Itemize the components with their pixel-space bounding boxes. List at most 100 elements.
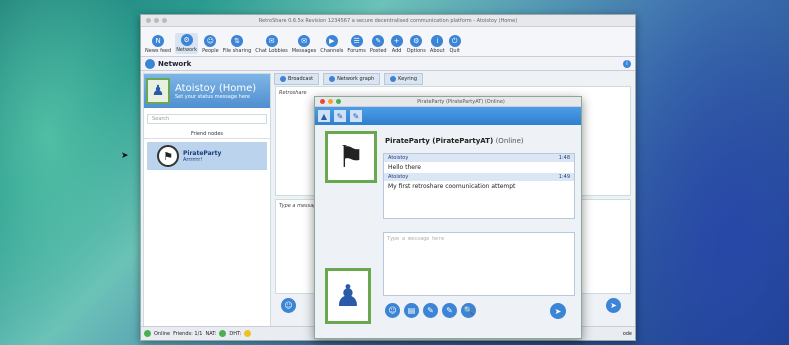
profile-header: ♟ Atoistoy (Home) Set your status messag… [144,74,270,108]
chat-window-title: PirateParty (PiratePartyAT) (Online) [417,98,505,105]
friend-nodes-header[interactable]: Friend nodes [144,130,270,139]
pirate-party-logo: ⚑ [325,131,377,183]
channels-icon: ▶ [325,35,338,47]
message-header: Atoistoy 1:48 [384,154,574,162]
chat-lobbies-icon: ✉ [265,35,278,47]
chat-partner-name: PirateParty (PiratePartyAT) [385,137,494,145]
page-header: Network i [141,57,635,71]
emoji-icon[interactable]: ☺ [385,303,400,318]
friend-status: Arrrrrrr! [183,156,203,163]
window-title: RetroShare 0.6.5x Revision 1234567 a sec… [258,17,518,24]
toolbar-people[interactable]: ☺ People [202,35,219,54]
search-input[interactable]: Search [147,114,267,124]
about-icon: i [431,35,444,47]
network-graph-icon [329,76,336,82]
status-right: ode [622,330,632,337]
chat-titlebar: PirateParty (PiratePartyAT) (Online) [315,97,581,107]
online-icon [144,330,151,337]
dht-label: DHT: [229,330,242,337]
toolbar-network[interactable]: ⚙ Network [175,33,199,54]
window-titlebar: RetroShare 0.6.5x Revision 1234567 a sec… [141,15,635,27]
toolbar-channels[interactable]: ▶ Channels [320,35,343,54]
person-icon[interactable]: ▲ [318,110,330,122]
list-item[interactable]: ⚑ PirateParty Arrrrrrr! [147,142,267,170]
profile-name: Atoistoy (Home) [175,82,257,94]
forums-icon: ☰ [350,35,363,47]
edit-icon[interactable]: ✎ [334,110,346,122]
chat-header: PirateParty (PiratePartyAT) (Online) [385,137,524,145]
pirate-party-icon: ⚑ [157,145,179,167]
online-status[interactable]: Online [154,331,170,337]
toolbar-file-sharing[interactable]: ⇅ File sharing [223,35,251,54]
message-author: Atoistoy [388,155,409,161]
image-icon[interactable]: ▤ [404,303,419,318]
page-title: Network [158,59,192,68]
friends-panel: ♟ Atoistoy (Home) Set your status messag… [143,73,271,328]
status-message[interactable]: Set your status message here [175,94,256,100]
chat-history: Atoistoy 1:48 Hello there Atoistoy 1:49 My… [383,153,575,219]
add-icon: + [390,35,403,47]
toolbar-options[interactable]: ⚙ Options [407,35,426,54]
toolbar-messages[interactable]: ✉ Messages [292,35,316,54]
message-text: Hello there [388,164,421,171]
main-toolbar: N News feed ⚙ Network ☺ People ⇅ File sharin… [141,27,635,57]
options-icon: ⚙ [410,35,423,47]
mouse-cursor-icon: ➤ [121,151,129,161]
tab-keyring[interactable]: Keyring [384,73,424,85]
message-time: 1:49 [558,174,570,180]
avatar[interactable]: ♟ [146,78,170,104]
chat-window-controls [315,99,341,104]
info-icon[interactable]: i [623,59,631,68]
pin-icon[interactable]: ✎ [350,110,362,122]
nat-label: NAT: [205,330,217,337]
posted-icon: ✎ [372,35,385,47]
send-icon[interactable]: ➤ [606,298,621,313]
profile-text: Atoistoy (Home) Set your status message … [170,83,256,100]
avatar: ♟ [325,268,371,324]
message-header: Atoistoy 1:49 [384,173,574,181]
minimize-button[interactable] [154,18,159,23]
network-icon: ⚙ [180,34,193,46]
toolbar-about[interactable]: i About [430,35,445,54]
tab-broadcast[interactable]: Broadcast [274,73,320,85]
close-button[interactable] [146,18,151,23]
network-tabs: Broadcast Network graph Keyring [274,73,424,85]
toolbar-news-feed[interactable]: N News feed [145,35,171,54]
tab-network-graph[interactable]: Network graph [323,73,381,85]
chat-actions: ☺ ▤ ✎ ✎ 🔍 [385,303,476,318]
chat-partner-status: (Online) [495,137,524,145]
wallpaper-glow-left [0,0,160,345]
friend-name: PirateParty [183,149,222,157]
nat-status-icon [219,330,227,337]
chat-message-input[interactable]: Type a message here [383,232,575,296]
news-feed-icon: N [152,35,165,47]
minimize-button[interactable] [328,99,333,104]
chat-toolbar: ▲ ✎ ✎ [315,107,581,125]
keyring-icon [390,76,397,82]
toolbar-chat-lobbies[interactable]: ✉ Chat Lobbies [255,35,288,54]
toolbar-posted[interactable]: ✎ Posted [370,35,387,54]
quit-icon: ⏻ [448,35,461,47]
friends-count: Friends: 1/1 [173,330,203,337]
emoji-icon[interactable]: ☺ [281,298,296,313]
file-sharing-icon: ⇅ [231,35,243,47]
send-button[interactable]: ➤ [550,303,566,319]
messages-icon: ✉ [298,35,311,47]
attach-icon[interactable]: ✎ [423,303,438,318]
search-icon[interactable]: 🔍 [461,303,476,318]
message-author: Atoistoy [388,174,409,180]
window-controls [141,18,211,23]
message-text: My first retroshare coomunication attemp… [388,183,516,190]
maximize-button[interactable] [162,18,167,23]
toolbar-forums[interactable]: ☰ Forums [347,35,366,54]
message-time: 1:48 [558,155,570,161]
broadcast-icon [280,76,286,82]
friend-text: PirateParty Arrrrrrr! [179,150,221,163]
people-icon: ☺ [204,35,217,47]
chat-window: PirateParty (PiratePartyAT) (Online) ▲ ✎… [314,96,582,339]
tools-icon[interactable]: ✎ [442,303,457,318]
toolbar-quit[interactable]: ⏻ Quit [448,35,461,54]
network-icon [145,58,155,69]
close-button[interactable] [320,99,325,104]
toolbar-add[interactable]: + Add [390,35,403,54]
